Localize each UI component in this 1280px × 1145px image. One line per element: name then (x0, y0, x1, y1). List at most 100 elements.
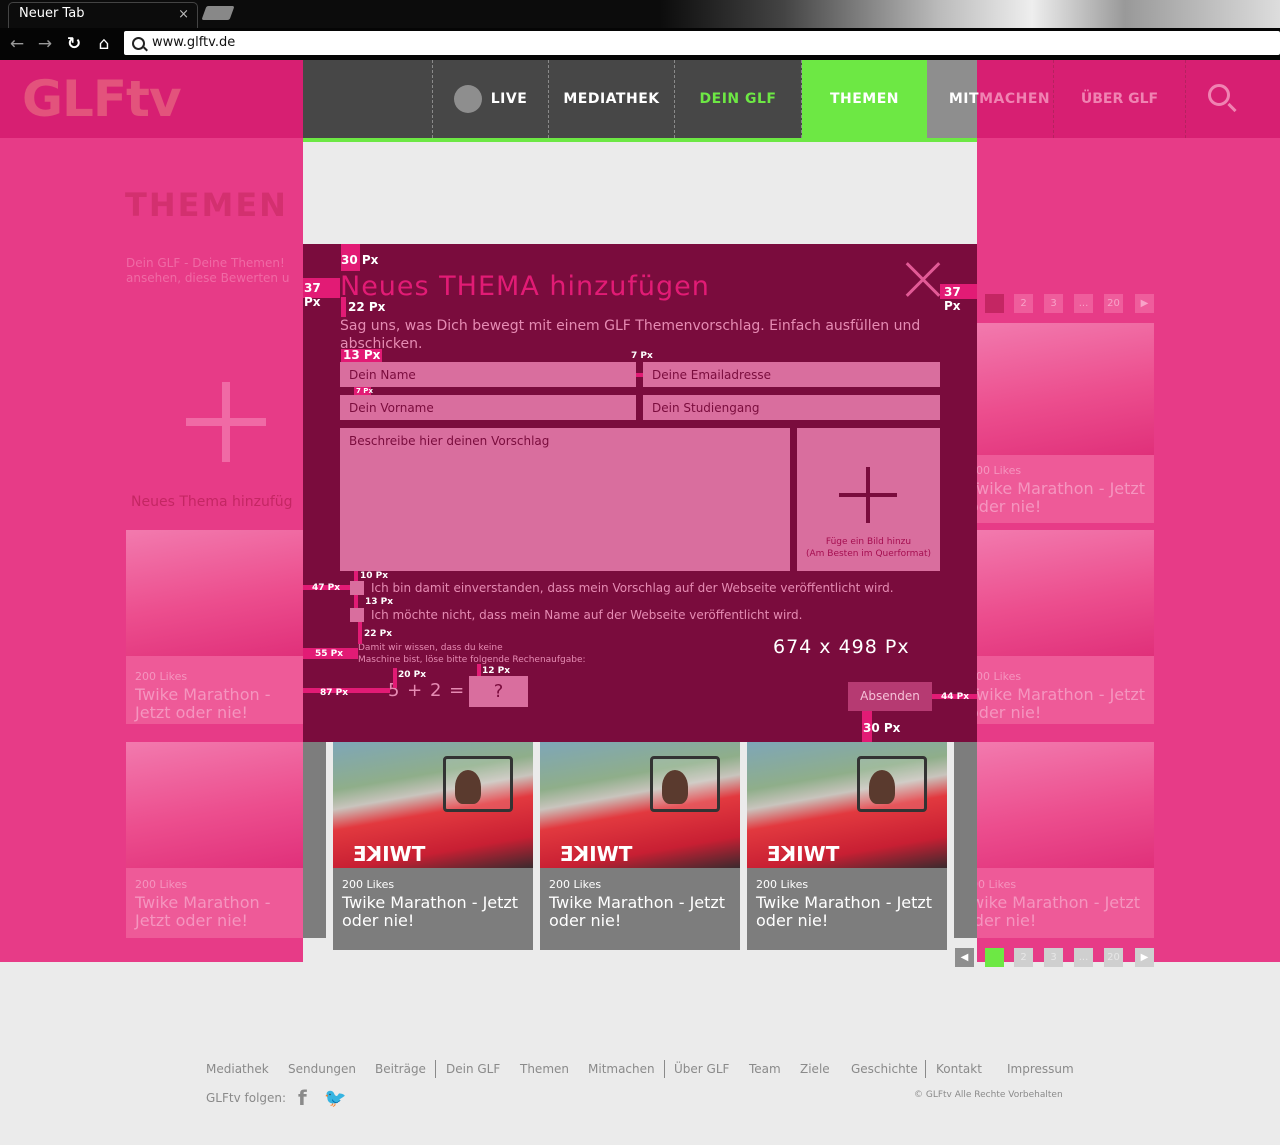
hide-name-label: Ich möchte nicht, dass mein Name auf der… (371, 608, 803, 622)
name-input[interactable]: Dein Name (340, 362, 636, 387)
footer-link-dein-glf[interactable]: Dein GLF (446, 1062, 500, 1076)
pagination-page-1[interactable] (985, 294, 1004, 313)
footer-link-ziele[interactable]: Ziele (800, 1062, 830, 1076)
driver (662, 770, 688, 804)
footer-link-team[interactable]: Team (749, 1062, 781, 1076)
page-heading: THEMEN (125, 186, 288, 224)
captcha-answer-input[interactable]: ? (469, 676, 528, 707)
study-input[interactable]: Dein Studiengang (643, 395, 940, 420)
reload-icon[interactable]: ↻ (62, 32, 86, 56)
url-text: www.glftv.de (152, 35, 236, 50)
ghost-card[interactable]: 200 Likes Twike Marathon - Jetzt oder ni… (969, 323, 1154, 523)
measure-37-left: 37 Px (303, 278, 340, 309)
footer-link-mediathek[interactable]: Mediathek (206, 1062, 269, 1076)
measure-55: 55 Px (315, 649, 344, 659)
footer-link-geschichte[interactable]: Geschichte (851, 1062, 918, 1076)
email-input[interactable]: Deine Emailadresse (643, 362, 940, 387)
pagination-bottom-page-3[interactable]: 3 (1044, 948, 1063, 967)
measure-22-bar (341, 297, 346, 317)
nav-live[interactable]: LIVE (432, 60, 549, 138)
facebook-icon[interactable]: f (298, 1086, 307, 1110)
home-icon[interactable]: ⌂ (92, 32, 116, 56)
ghost-card[interactable]: 200 Likes Twike Marathon - Jetzt oder ni… (126, 742, 303, 938)
submit-button[interactable]: Absenden (848, 682, 932, 711)
driver (455, 770, 481, 804)
ghost-card-title: Twike Marathon - Jetzt oder nie! (969, 685, 1146, 722)
ghost-card[interactable]: 200 Likes Twike Marathon - Jetzt oder ni… (126, 530, 303, 724)
twitter-icon[interactable]: 🐦 (324, 1088, 346, 1109)
firstname-input[interactable]: Dein Vorname (340, 395, 636, 420)
pagination-prev-icon[interactable]: ◀ (955, 948, 974, 967)
ghost-card-title: Twike Marathon - Jetzt oder nie! (969, 479, 1146, 516)
video-card[interactable]: TWIKE 200 Likes Twike Marathon - Jetzt o… (747, 742, 947, 950)
nav-mitmachen[interactable]: MITMACHEN (946, 60, 1054, 138)
close-icon[interactable] (905, 262, 941, 298)
footer-link-sendungen[interactable]: Sendungen (288, 1062, 356, 1076)
tab-bar-background-image (660, 0, 1280, 28)
measure-7-h: 7 Px (631, 351, 653, 361)
twike-logo: TWIKE (560, 842, 633, 866)
nav-themen[interactable]: THEMEN (802, 60, 927, 138)
ghost-card-title: Twike Marathon - Jetzt oder nie! (135, 685, 271, 722)
footer-link-beitraege[interactable]: Beiträge (375, 1062, 426, 1076)
pagination-bottom-page-20[interactable]: 20 (1104, 948, 1123, 967)
footer-link-ueber-glf[interactable]: Über GLF (674, 1062, 729, 1076)
pagination-page-20[interactable]: 20 (1104, 294, 1123, 313)
nav-dein-glf-label: DEIN GLF (699, 91, 777, 107)
tab-title: Neuer Tab (19, 6, 85, 21)
site-logo[interactable]: GLFtv (22, 70, 182, 128)
footer-separator (435, 1060, 436, 1078)
video-card[interactable]: TWIKE 200 Likes Twike Marathon - Jetzt o… (333, 742, 533, 950)
footer-link-mitmachen[interactable]: Mitmachen (588, 1062, 655, 1076)
image-upload[interactable]: Füge ein Bild hinzu (Am Besten im Querfo… (797, 428, 940, 571)
address-bar[interactable]: www.glftv.de (124, 31, 1280, 55)
measure-20: 20 Px (398, 670, 427, 680)
ghost-card-image (126, 742, 303, 868)
ghost-card[interactable]: 200 Likes Twike Marathon - Jetzt oder ni… (964, 742, 1154, 938)
publish-consent-checkbox[interactable] (350, 581, 364, 595)
measure-22: 22 Px (348, 300, 386, 314)
site-search-icon[interactable] (1208, 84, 1230, 106)
ghost-card[interactable]: 200 Likes Twike Marathon - Jetzt oder ni… (969, 530, 1154, 724)
footer-separator (925, 1060, 926, 1078)
measure-30-bottom: 30 Px (863, 721, 901, 735)
ghost-card-likes: 200 Likes (135, 878, 188, 891)
modal-subtitle: Sag uns, was Dich bewegt mit einem GLF T… (340, 318, 921, 352)
measure-7-v: 7 Px (356, 387, 373, 395)
pagination-bottom-page-2[interactable]: 2 (1014, 948, 1033, 967)
measure-22-small: 22 Px (364, 629, 393, 639)
browser-tab[interactable]: Neuer Tab × (8, 2, 198, 28)
forward-arrow-icon[interactable]: → (33, 32, 57, 56)
nav-mediathek[interactable]: MEDIATHEK (549, 60, 675, 138)
video-card-image: TWIKE (747, 742, 947, 868)
footer-link-kontakt[interactable]: Kontakt (936, 1062, 982, 1076)
add-topic-label[interactable]: Neues Thema hinzufüg (131, 494, 293, 510)
footer-link-themen[interactable]: Themen (520, 1062, 569, 1076)
nav-live-label: LIVE (490, 91, 528, 107)
footer-link-impressum[interactable]: Impressum (1007, 1062, 1074, 1076)
image-upload-hint-line-2: (Am Besten im Querformat) (805, 549, 932, 559)
modal-title: Neues THEMA hinzufügen (340, 271, 710, 302)
measure-87: 87 Px (320, 688, 349, 698)
measure-47: 47 Px (312, 583, 341, 593)
pagination-bottom-next-icon[interactable]: ▶ (1135, 948, 1154, 967)
ghost-card-title: Twike Marathon - Jetzt oder nie! (135, 893, 271, 930)
nav-ueber-glf[interactable]: ÜBER GLF (1054, 60, 1186, 138)
ghost-card-image (977, 323, 1154, 455)
publish-consent-label: Ich bin damit einverstanden, dass mein V… (371, 581, 894, 595)
pagination-page-2[interactable]: 2 (1014, 294, 1033, 313)
back-arrow-icon[interactable]: ← (5, 32, 29, 56)
video-card[interactable]: TWIKE 200 Likes Twike Marathon - Jetzt o… (540, 742, 740, 950)
new-tab-button[interactable] (201, 6, 235, 20)
captcha-description-line-1: Damit wir wissen, dass du keine (358, 643, 503, 653)
description-textarea[interactable]: Beschreibe hier deinen Vorschlag (340, 428, 790, 571)
tab-close-icon[interactable]: × (178, 7, 189, 22)
pagination-page-3[interactable]: 3 (1044, 294, 1063, 313)
pagination-bottom-page-1[interactable]: 1 (985, 948, 1004, 967)
pagination-next-icon[interactable]: ▶ (1135, 294, 1154, 313)
hide-name-checkbox[interactable] (350, 608, 364, 622)
add-topic-plus-icon-vertical (222, 382, 230, 462)
ghost-card-likes: 200 Likes (135, 670, 188, 683)
driver (869, 770, 895, 804)
nav-dein-glf[interactable]: DEIN GLF (675, 60, 802, 138)
